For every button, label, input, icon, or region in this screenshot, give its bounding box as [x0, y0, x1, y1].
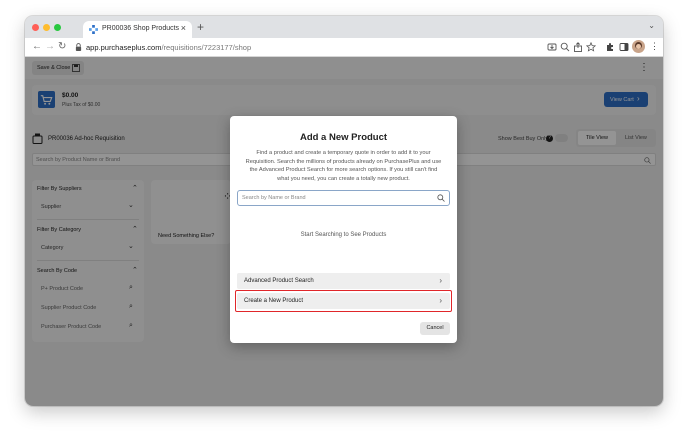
- bookmark-star-icon[interactable]: [586, 42, 596, 52]
- reload-icon[interactable]: ↻: [58, 41, 66, 52]
- new-tab-button[interactable]: +: [197, 20, 204, 34]
- browser-toolbar: ← → ↻ app.purchaseplus.com/requisitions/…: [25, 38, 663, 57]
- extensions-icon[interactable]: [605, 42, 615, 52]
- url-text: app.purchaseplus.com/requisitions/722317…: [86, 43, 251, 52]
- tab-close-icon[interactable]: ×: [181, 23, 186, 33]
- url-host: app.purchaseplus.com: [86, 43, 162, 52]
- lock-icon: [75, 43, 82, 51]
- close-window-button[interactable]: [32, 24, 39, 31]
- advanced-search-label: Advanced Product Search: [244, 278, 314, 284]
- modal-search-field[interactable]: [237, 190, 450, 206]
- profile-avatar[interactable]: [632, 40, 645, 53]
- minimize-window-button[interactable]: [43, 24, 50, 31]
- kebab-menu-icon[interactable]: ⋮: [650, 41, 659, 52]
- modal-search-input[interactable]: [242, 193, 432, 203]
- empty-state-text: Start Searching to See Products: [300, 232, 387, 238]
- add-product-modal: Add a New Product Find a product and cre…: [230, 116, 457, 343]
- modal-description: Find a product and create a temporary qu…: [245, 150, 442, 182]
- address-bar[interactable]: app.purchaseplus.com/requisitions/722317…: [71, 40, 541, 55]
- maximize-window-button[interactable]: [54, 24, 61, 31]
- zoom-icon[interactable]: [560, 42, 570, 52]
- url-path: /requisitions/7223177/shop: [161, 43, 252, 52]
- modal-title: Add a New Product: [299, 132, 388, 143]
- tab-title: PR00036 Shop Products: [102, 25, 180, 32]
- tab-search-chevron-icon[interactable]: ⌄: [648, 21, 655, 30]
- forward-icon[interactable]: →: [45, 41, 55, 52]
- back-icon[interactable]: ←: [32, 41, 42, 52]
- install-icon[interactable]: [547, 42, 557, 52]
- sidepanel-icon[interactable]: [619, 42, 629, 52]
- cancel-button[interactable]: Cancel: [420, 322, 450, 335]
- purchaseplus-favicon-icon: [89, 25, 98, 34]
- highlight-outline: [235, 290, 452, 312]
- tab-strip: PR00036 Shop Products × + ⌄: [25, 16, 663, 38]
- search-icon: [437, 194, 445, 202]
- browser-window: PR00036 Shop Products × + ⌄ ← → ↻ app.pu…: [25, 16, 663, 406]
- share-icon[interactable]: [573, 42, 583, 52]
- advanced-search-button[interactable]: Advanced Product Search ›: [237, 273, 450, 289]
- chevron-right-icon: ›: [439, 276, 442, 285]
- browser-tab[interactable]: PR00036 Shop Products ×: [83, 21, 192, 38]
